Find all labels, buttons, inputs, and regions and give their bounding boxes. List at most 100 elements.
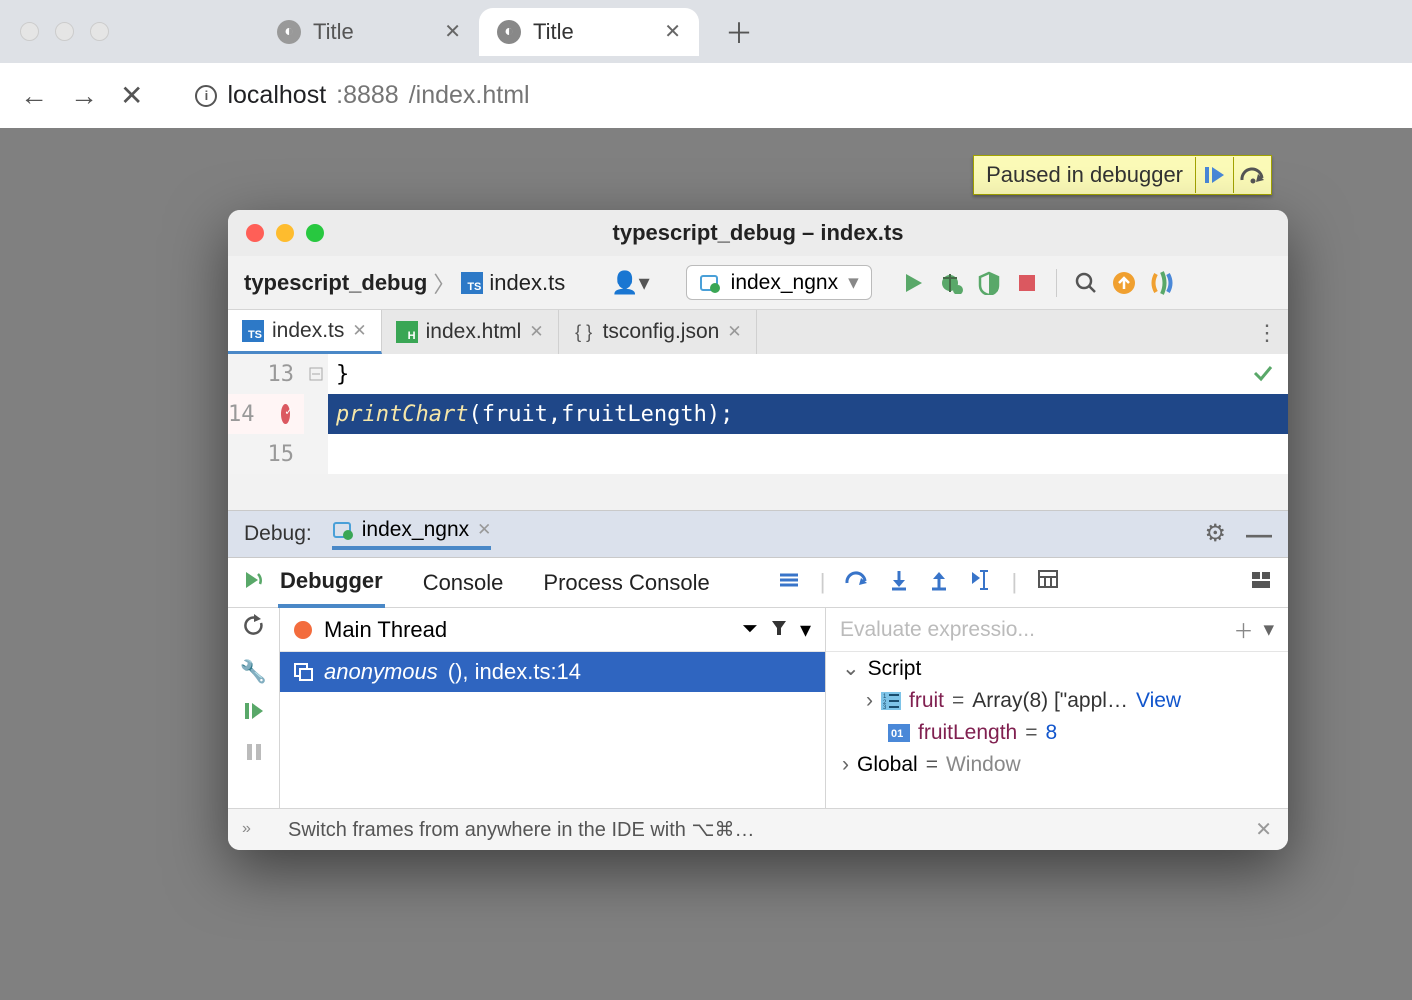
code-editor[interactable]: 13 } 14 printChart(fruit,fruitLength); 1…: [228, 354, 1288, 474]
view-link[interactable]: View: [1136, 689, 1181, 713]
ide-title-bar: typescript_debug – index.ts: [228, 210, 1288, 256]
update-button[interactable]: [1109, 268, 1139, 298]
resume-button[interactable]: [1195, 157, 1233, 193]
step-out-icon[interactable]: [929, 569, 949, 597]
thread-status-icon: [294, 621, 312, 639]
browser-tab-2[interactable]: ◐ Title ✕: [479, 8, 699, 56]
scope-label: Script: [868, 657, 922, 681]
more-icon[interactable]: »: [242, 820, 251, 838]
stop-button[interactable]: ✕: [120, 79, 143, 112]
layout-icon[interactable]: [1250, 570, 1272, 596]
debug-button[interactable]: [936, 268, 966, 298]
browser-tab-1[interactable]: ◐ Title ✕: [259, 8, 479, 56]
run-to-cursor-icon[interactable]: [969, 569, 991, 597]
debug-label: Debug:: [244, 522, 312, 546]
coverage-button[interactable]: [974, 268, 1004, 298]
step-into-icon[interactable]: [889, 569, 909, 597]
resume-icon[interactable]: [243, 701, 265, 726]
step-over-button[interactable]: [1233, 157, 1271, 193]
debug-panel-header: Debug: index_ngnx ✕ ⚙ —: [228, 510, 1288, 558]
thread-selector[interactable]: Main Thread ⏷ ▾: [280, 608, 825, 652]
close-icon[interactable]: ✕: [477, 520, 491, 540]
close-icon[interactable]: ✕: [727, 322, 741, 342]
var-name: fruit: [909, 689, 944, 713]
user-icon[interactable]: 👤▾: [611, 270, 649, 296]
debug-session-tab[interactable]: index_ngnx ✕: [332, 518, 492, 550]
editor-tab-tsconfig[interactable]: { } tsconfig.json ✕: [559, 310, 757, 354]
more-icon[interactable]: ⋮: [1256, 320, 1278, 346]
wrench-icon[interactable]: 🔧: [240, 659, 267, 685]
console-tab[interactable]: Console: [421, 560, 506, 606]
stack-frame[interactable]: anonymous(), index.ts:14: [280, 652, 825, 692]
var-scope-script[interactable]: ⌄ Script: [826, 652, 1288, 685]
stop-button[interactable]: [1012, 268, 1042, 298]
close-icon[interactable]: ✕: [529, 322, 543, 342]
tab-favicon-icon: ◐: [497, 20, 521, 44]
address-bar: ← → ✕ i localhost:8888/index.html: [0, 63, 1412, 128]
var-fruitlength[interactable]: 01 fruitLength = 8: [826, 717, 1288, 749]
close-icon[interactable]: ✕: [352, 321, 366, 341]
collapse-icon[interactable]: ⌄: [842, 656, 860, 681]
array-icon: 123: [881, 692, 901, 710]
add-watch-icon[interactable]: ＋: [1233, 615, 1253, 644]
ide-toolbar: typescript_debug 〉 TSindex.ts 👤▾ index_n…: [228, 256, 1288, 310]
dropdown-icon[interactable]: ▾: [1263, 617, 1274, 642]
window-minimize[interactable]: [55, 22, 74, 41]
funnel-icon[interactable]: [770, 617, 788, 643]
show-execution-point-icon[interactable]: [778, 569, 800, 597]
number-icon: 01: [888, 724, 910, 742]
var-name: fruitLength: [918, 721, 1017, 745]
breadcrumb-file: index.ts: [489, 270, 565, 296]
ide-window-controls: [246, 224, 324, 242]
frame-location: (), index.ts:14: [448, 659, 581, 685]
ide-close-button[interactable]: [246, 224, 264, 242]
ide-window: typescript_debug – index.ts typescript_d…: [228, 210, 1288, 850]
close-icon[interactable]: ✕: [1255, 817, 1272, 842]
url-path: /index.html: [409, 81, 530, 110]
evaluate-expression-icon[interactable]: [1037, 569, 1059, 597]
tab-close-icon[interactable]: ✕: [664, 19, 681, 44]
site-info-icon[interactable]: i: [195, 85, 217, 107]
breadcrumb[interactable]: typescript_debug 〉 TSindex.ts: [244, 267, 565, 299]
tip-text: Switch frames from anywhere in the IDE w…: [288, 817, 755, 842]
forward-button[interactable]: →: [70, 80, 98, 112]
ide-minimize-button[interactable]: [276, 224, 294, 242]
ide-maximize-button[interactable]: [306, 224, 324, 242]
fold-icon[interactable]: [304, 354, 328, 394]
process-console-tab[interactable]: Process Console: [541, 560, 711, 606]
inspection-ok-icon[interactable]: [1252, 362, 1274, 390]
settings-icon[interactable]: ⚙: [1204, 519, 1226, 550]
restart-icon[interactable]: [242, 614, 266, 643]
window-maximize[interactable]: [90, 22, 109, 41]
run-button[interactable]: [898, 268, 928, 298]
filter-icon[interactable]: ⏷: [742, 618, 758, 641]
window-close[interactable]: [20, 22, 39, 41]
dropdown-icon[interactable]: ▾: [800, 617, 811, 643]
run-config-name: index_ngnx: [731, 271, 838, 295]
editor-tab-bar: TS index.ts ✕ H index.html ✕ { } tsconfi…: [228, 310, 1288, 354]
back-button[interactable]: ←: [20, 80, 48, 112]
evaluate-input[interactable]: Evaluate expressio...: [840, 618, 1035, 642]
var-scope-global[interactable]: › Global = Window: [826, 749, 1288, 781]
expand-icon[interactable]: ›: [842, 753, 849, 777]
debug-tip-bar: » Switch frames from anywhere in the IDE…: [228, 808, 1288, 850]
step-over-icon[interactable]: [845, 569, 869, 597]
breakpoint-icon[interactable]: [281, 404, 290, 424]
new-tab-button[interactable]: ＋: [719, 12, 759, 52]
ide-logo-icon[interactable]: [1147, 268, 1177, 298]
editor-tab-index-ts[interactable]: TS index.ts ✕: [228, 310, 382, 354]
var-fruit[interactable]: › 123 fruit = Array(8) ["appl… View: [826, 685, 1288, 717]
breadcrumb-project: typescript_debug: [244, 270, 427, 296]
url-input[interactable]: i localhost:8888/index.html: [195, 81, 529, 110]
minimize-panel-icon[interactable]: —: [1246, 519, 1272, 550]
debugger-tab[interactable]: Debugger: [278, 558, 385, 608]
tab-favicon-icon: ◐: [277, 20, 301, 44]
rerun-button[interactable]: [240, 568, 264, 598]
pause-icon[interactable]: [245, 742, 263, 767]
editor-tab-index-html[interactable]: H index.html ✕: [382, 310, 559, 354]
url-port: :8888: [336, 81, 399, 110]
search-button[interactable]: [1071, 268, 1101, 298]
expand-icon[interactable]: ›: [866, 689, 873, 713]
run-config-selector[interactable]: index_ngnx ▾: [686, 265, 872, 300]
tab-close-icon[interactable]: ✕: [444, 19, 461, 44]
